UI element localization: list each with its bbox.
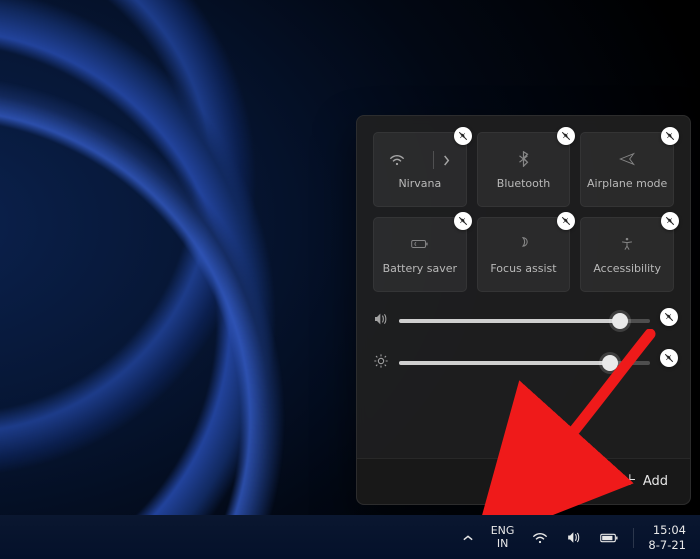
quick-settings-grid: Nirvana Bluetooth Airplane mode bbox=[373, 132, 674, 292]
unpin-icon bbox=[664, 312, 674, 322]
tile-airplane-mode[interactable]: Airplane mode bbox=[580, 132, 674, 207]
focus-assist-icon bbox=[516, 237, 530, 254]
unpin-icon bbox=[665, 131, 675, 141]
unpin-accessibility-button[interactable] bbox=[661, 212, 679, 230]
tray-volume-icon[interactable] bbox=[560, 525, 588, 550]
unpin-bluetooth-button[interactable] bbox=[557, 127, 575, 145]
chevron-up-icon bbox=[463, 534, 473, 542]
flyout-footer: ✓ Done ＋ Add bbox=[357, 458, 690, 504]
chevron-right-icon[interactable] bbox=[420, 149, 465, 171]
wifi-icon bbox=[375, 149, 420, 171]
taskbar: ENG IN 15:04 8-7-21 bbox=[0, 515, 700, 559]
unpin-icon bbox=[561, 216, 571, 226]
done-button[interactable]: ✓ Done bbox=[539, 468, 607, 495]
tile-focus-assist-label: Focus assist bbox=[490, 263, 556, 274]
clock-date: 8-7-21 bbox=[648, 538, 686, 552]
unpin-icon bbox=[561, 131, 571, 141]
tray-overflow-button[interactable] bbox=[457, 528, 479, 548]
tile-bluetooth-label: Bluetooth bbox=[497, 178, 550, 189]
tile-wifi[interactable]: Nirvana bbox=[373, 132, 467, 207]
tile-accessibility-label: Accessibility bbox=[593, 263, 661, 274]
battery-saver-icon bbox=[411, 238, 429, 253]
unpin-focus-assist-button[interactable] bbox=[557, 212, 575, 230]
unpin-wifi-button[interactable] bbox=[454, 127, 472, 145]
unpin-icon bbox=[458, 216, 468, 226]
volume-slider[interactable] bbox=[373, 312, 674, 329]
clock-time: 15:04 bbox=[648, 523, 686, 537]
brightness-thumb[interactable] bbox=[602, 355, 618, 371]
volume-thumb[interactable] bbox=[612, 313, 628, 329]
volume-icon bbox=[373, 312, 389, 329]
airplane-icon bbox=[619, 152, 635, 169]
tile-accessibility[interactable]: Accessibility bbox=[580, 217, 674, 292]
language-indicator[interactable]: ENG IN bbox=[485, 521, 521, 553]
check-icon: ✓ bbox=[547, 474, 559, 488]
tile-battery-saver[interactable]: Battery saver bbox=[373, 217, 467, 292]
volume-icon bbox=[566, 531, 582, 544]
tile-battery-saver-label: Battery saver bbox=[383, 263, 457, 274]
battery-icon bbox=[600, 532, 619, 544]
volume-track[interactable] bbox=[399, 319, 650, 323]
brightness-track[interactable] bbox=[399, 361, 650, 365]
unpin-airplane-button[interactable] bbox=[661, 127, 679, 145]
tray-wifi-icon[interactable] bbox=[526, 526, 554, 550]
tile-bluetooth[interactable]: Bluetooth bbox=[477, 132, 571, 207]
tile-wifi-label: Nirvana bbox=[398, 178, 441, 189]
plus-icon: ＋ bbox=[623, 474, 637, 488]
lang-line2: IN bbox=[491, 538, 515, 550]
add-button[interactable]: ＋ Add bbox=[615, 468, 676, 495]
bluetooth-icon bbox=[518, 151, 529, 170]
done-label: Done bbox=[565, 474, 599, 489]
wifi-icon bbox=[532, 532, 548, 544]
lang-line1: ENG bbox=[491, 525, 515, 537]
unpin-battery-saver-button[interactable] bbox=[454, 212, 472, 230]
unpin-icon bbox=[664, 353, 674, 363]
sliders bbox=[373, 312, 674, 372]
unpin-icon bbox=[458, 131, 468, 141]
clock[interactable]: 15:04 8-7-21 bbox=[642, 521, 692, 554]
accessibility-icon bbox=[620, 237, 634, 254]
unpin-brightness-button[interactable] bbox=[660, 349, 678, 367]
quick-settings-panel: Nirvana Bluetooth Airplane mode bbox=[356, 115, 691, 505]
tile-focus-assist[interactable]: Focus assist bbox=[477, 217, 571, 292]
unpin-volume-button[interactable] bbox=[660, 308, 678, 326]
tray-battery-icon[interactable] bbox=[594, 526, 625, 550]
add-label: Add bbox=[643, 474, 668, 489]
unpin-icon bbox=[665, 216, 675, 226]
brightness-slider[interactable] bbox=[373, 353, 674, 372]
brightness-icon bbox=[373, 353, 389, 372]
tile-airplane-label: Airplane mode bbox=[587, 178, 667, 189]
